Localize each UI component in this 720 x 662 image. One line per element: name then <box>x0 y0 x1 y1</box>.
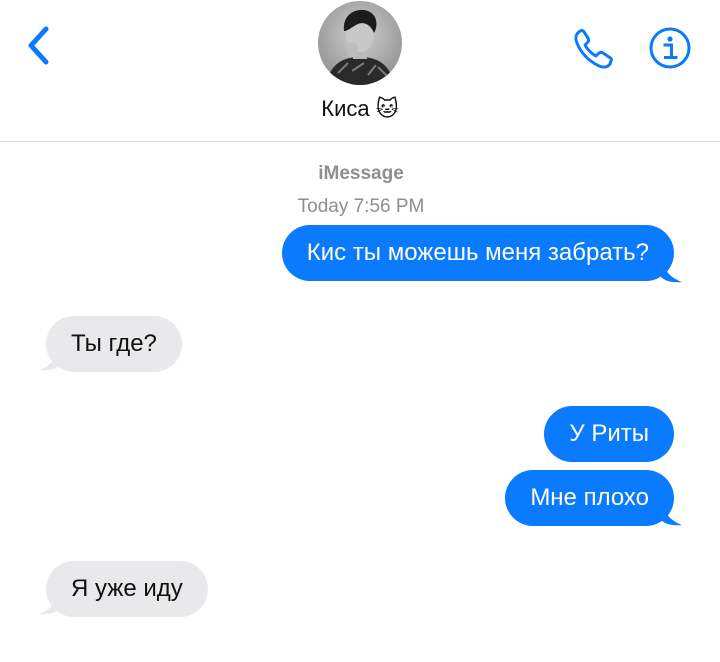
info-icon <box>649 27 691 69</box>
message-bubble-received[interactable]: Я уже иду <box>46 561 208 617</box>
message-bubble-sent[interactable]: Мне плохо <box>505 470 674 526</box>
message-bubble-received[interactable]: Ты где? <box>46 316 182 372</box>
phone-icon <box>574 29 613 69</box>
conversation-header: Киса 🐱 <box>0 0 720 142</box>
info-button[interactable] <box>648 26 692 70</box>
back-button[interactable] <box>22 24 58 68</box>
chevron-left-icon <box>28 26 49 65</box>
contact-name[interactable]: Киса 🐱 <box>0 96 720 122</box>
message-bubble-sent[interactable]: У Риты <box>544 406 674 462</box>
contact-avatar[interactable] <box>318 1 402 85</box>
message-timestamp: Today 7:56 PM <box>297 196 425 217</box>
service-label: iMessage <box>318 163 404 184</box>
message-bubble-sent[interactable]: Кис ты можешь меня забрать? <box>281 225 674 281</box>
call-button[interactable] <box>570 26 620 72</box>
